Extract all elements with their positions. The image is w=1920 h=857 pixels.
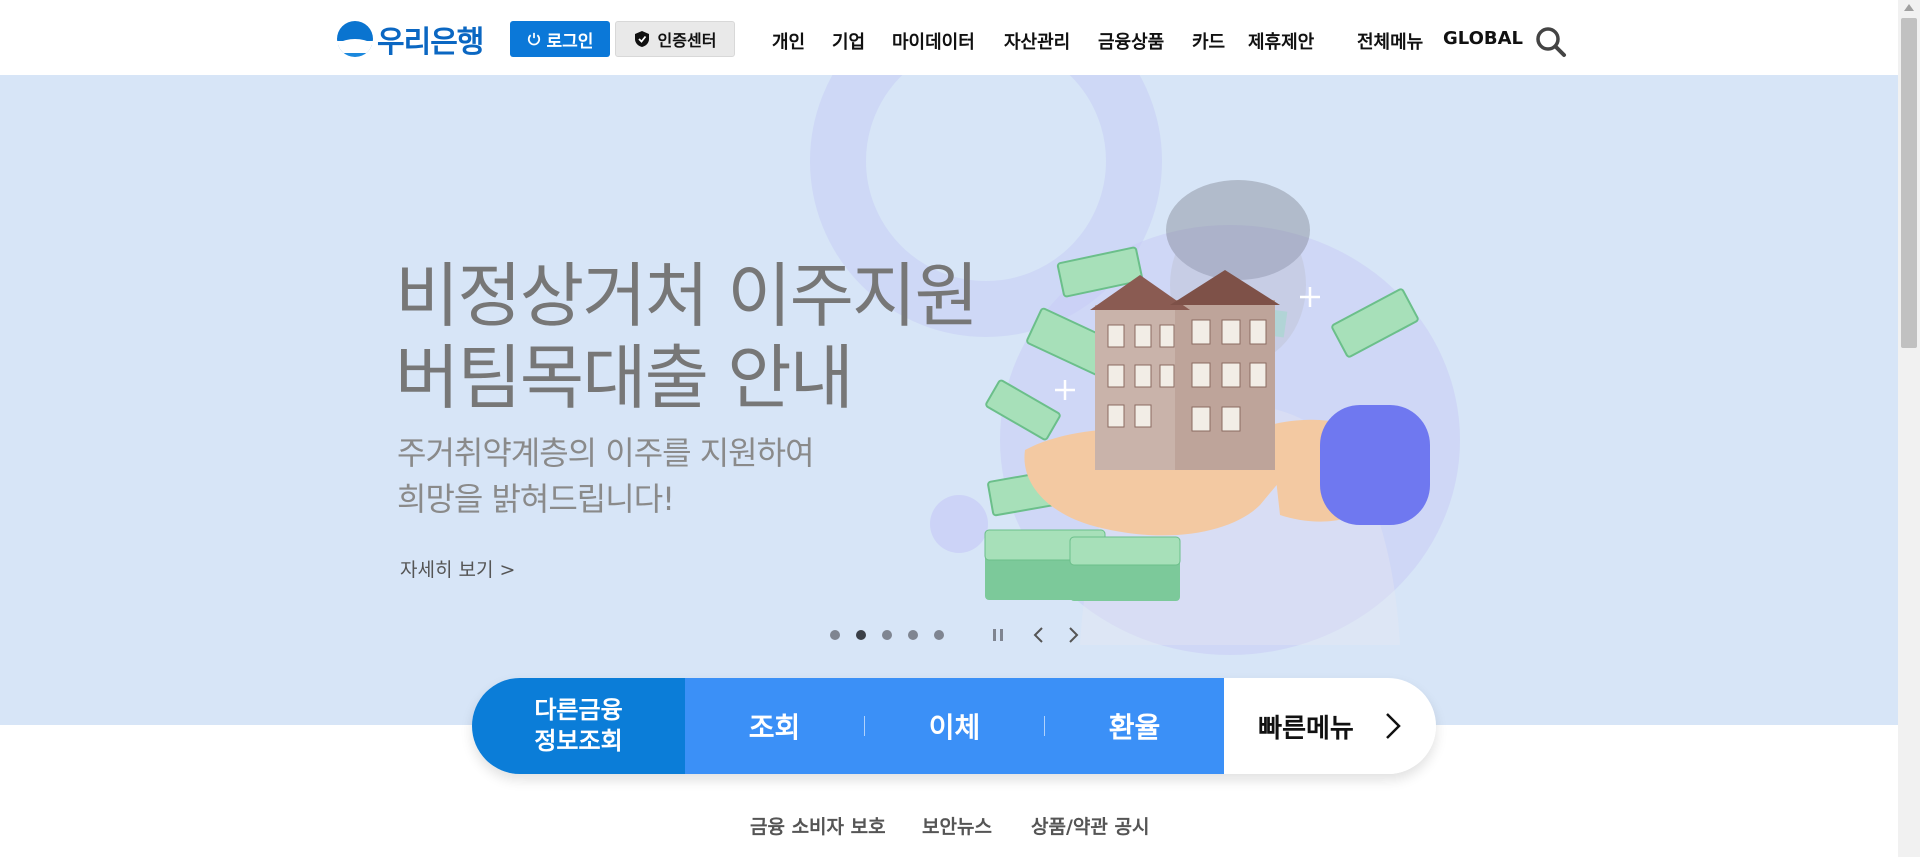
- hero-subtitle-line1: 주거취약계층의 이주를 지원하여: [397, 434, 815, 472]
- slider-controls: [830, 625, 1082, 645]
- product-terms-link[interactable]: 상품/약관 공시: [1031, 812, 1149, 839]
- hero-subtitle-line2: 희망을 밝혀드립니다!: [397, 480, 675, 518]
- slide-dot-4[interactable]: [908, 630, 918, 640]
- shield-icon: [634, 31, 649, 47]
- pause-icon[interactable]: [990, 627, 1006, 643]
- nav-corporate[interactable]: 기업: [832, 28, 865, 54]
- consumer-protection-link[interactable]: 금융 소비자 보호: [750, 812, 886, 839]
- scroll-thumb[interactable]: [1901, 18, 1917, 348]
- slide-dot-5[interactable]: [934, 630, 944, 640]
- quick-service-bar: 다른금융 정보조회 조회 이체 환율 빠른메뉴: [472, 678, 1436, 774]
- global-link[interactable]: GLOBAL: [1443, 28, 1523, 49]
- chevron-right-icon: [1385, 713, 1401, 739]
- next-slide-icon[interactable]: [1064, 625, 1082, 645]
- logo-mark-icon: [337, 21, 373, 57]
- security-news-link[interactable]: 보안뉴스: [922, 812, 992, 839]
- scroll-up-icon[interactable]: [1904, 4, 1914, 11]
- login-button[interactable]: 로그인: [510, 21, 610, 57]
- nav-card[interactable]: 카드: [1192, 28, 1225, 54]
- hero-illustration: [984, 180, 1430, 645]
- page-scrollbar[interactable]: [1898, 0, 1920, 857]
- other-finance-line1: 다른금융: [534, 696, 623, 724]
- inquiry-button[interactable]: 조회: [685, 706, 864, 746]
- exchange-rate-button[interactable]: 환율: [1045, 706, 1224, 746]
- all-menu-link[interactable]: 전체메뉴: [1357, 28, 1423, 54]
- nav-personal[interactable]: 개인: [772, 28, 805, 54]
- hero-subtitle: 주거취약계층의 이주를 지원하여 희망을 밝혀드립니다!: [397, 430, 815, 522]
- slide-dot-2[interactable]: [856, 630, 866, 640]
- cert-center-button[interactable]: 인증센터: [615, 21, 735, 57]
- top-header: 우리은행 로그인 인증센터 개인 기업 마이데이터 자산관리 금융상품 카드 제…: [0, 0, 1898, 75]
- quick-menu-label: 빠른메뉴: [1258, 713, 1354, 744]
- slide-dot-1[interactable]: [830, 630, 840, 640]
- hero-title-line2: 버팀목대출 안내: [395, 337, 854, 419]
- search-icon[interactable]: [1535, 26, 1567, 58]
- login-label: 로그인: [546, 31, 594, 52]
- hero-title-line1: 비정상거처 이주지원: [395, 255, 979, 337]
- transfer-button[interactable]: 이체: [865, 706, 1044, 746]
- logo-text: 우리은행: [377, 25, 484, 60]
- nav-mydata[interactable]: 마이데이터: [892, 28, 975, 54]
- nav-asset-management[interactable]: 자산관리: [1004, 28, 1070, 54]
- power-icon: [527, 32, 540, 46]
- other-finance-line2: 정보조회: [534, 727, 623, 755]
- prev-slide-icon[interactable]: [1030, 625, 1048, 645]
- other-finance-inquiry-button[interactable]: 다른금융 정보조회: [472, 678, 685, 774]
- quick-actions: 조회 이체 환율: [685, 678, 1224, 774]
- nav-partnership[interactable]: 제휴제안: [1248, 28, 1314, 54]
- hero-banner: 비정상거처 이주지원 버팀목대출 안내 주거취약계층의 이주를 지원하여 희망을…: [0, 75, 1898, 725]
- nav-financial-products[interactable]: 금융상품: [1098, 28, 1164, 54]
- woori-bank-logo[interactable]: 우리은행: [337, 20, 484, 60]
- slide-dot-3[interactable]: [882, 630, 892, 640]
- hero-more-link[interactable]: 자세히 보기 >: [400, 555, 515, 582]
- cert-label: 인증센터: [657, 31, 717, 50]
- quick-menu-button[interactable]: 빠른메뉴: [1224, 678, 1436, 774]
- hero-title: 비정상거처 이주지원 버팀목대출 안내: [395, 255, 979, 419]
